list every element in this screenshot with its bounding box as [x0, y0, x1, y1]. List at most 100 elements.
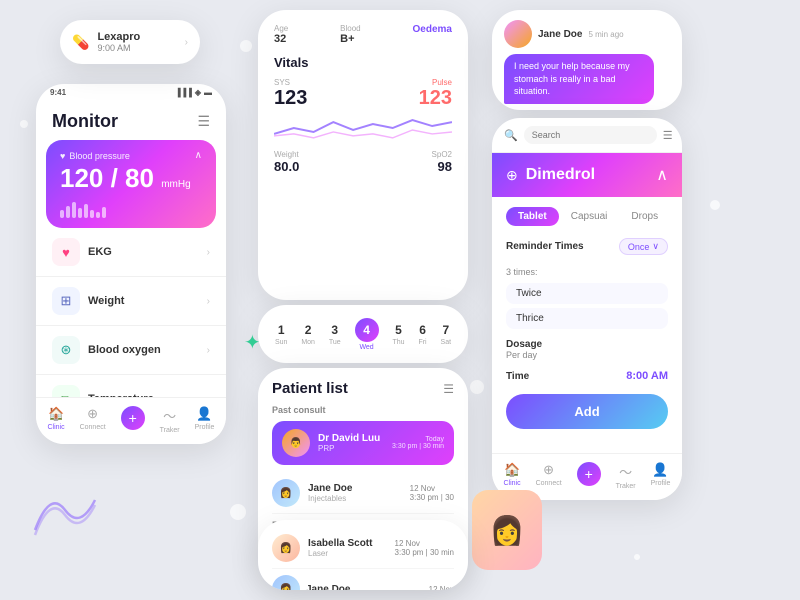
med-nav-traker[interactable]: 〜 Traker [616, 462, 636, 490]
patient-row-jane2[interactable]: 👩 Jane Doe 12 Nov [272, 569, 454, 590]
patient-menu-icon[interactable]: ☰ [443, 382, 454, 396]
nav-profile-label: Profile [195, 424, 215, 431]
jane2-date: 12 Nov [429, 585, 454, 591]
status-time: 9:41 [50, 88, 66, 97]
cal-num-3: 3 [331, 323, 338, 337]
cal-day-2[interactable]: 2 Mon [301, 323, 315, 346]
weight-label: Weight [274, 150, 299, 159]
cal-day-3[interactable]: 3 Tue [329, 323, 341, 346]
tab-tablet[interactable]: Tablet [506, 207, 559, 226]
nav-traker[interactable]: 〜 Traker [160, 406, 180, 434]
status-icons: ▐▐▐ ◈ ▬ [175, 88, 212, 97]
bottom-nav: 🏠 Clinic ⊕ Connect + 〜 Traker 👤 Profile [36, 397, 226, 444]
dr-david-avatar: 👨 [282, 429, 310, 457]
nav-clinic[interactable]: 🏠 Clinic [47, 406, 64, 434]
weight-value: 80.0 [274, 159, 299, 174]
vitals-sys-row: SYS 123 Pulse 123 [274, 78, 452, 110]
med-nav-plus[interactable]: + [577, 462, 601, 490]
dosage-label: Dosage [506, 339, 668, 350]
med-nav-profile-label: Profile [651, 480, 671, 487]
jane2-avatar: 👩 [272, 575, 300, 590]
cal-day-6[interactable]: 6 Fri [418, 323, 426, 346]
chat-bubble: I need your help because my stomach is r… [504, 54, 654, 104]
signal-icon: ▐▐▐ [175, 88, 192, 97]
weight-spo2-row: Weight 80.0 SpO2 98 [274, 150, 452, 174]
plus-icon: + [121, 406, 145, 430]
time-option-twice[interactable]: Twice [506, 283, 668, 304]
bp-value: 120 / 80 mmHg [60, 163, 202, 194]
spo2-value: 98 [432, 159, 452, 174]
status-bar: 9:41 ▐▐▐ ◈ ▬ [36, 84, 226, 97]
dropdown-icon: ∨ [652, 241, 659, 252]
medicine-header-chevron[interactable]: ∧ [656, 165, 668, 185]
tab-drops[interactable]: Drops [619, 207, 670, 226]
monitor-card: 9:41 ▐▐▐ ◈ ▬ Monitor ☰ ♥ Blood pressure … [36, 84, 226, 444]
pill-chevron-icon[interactable]: › [185, 37, 188, 48]
med-nav-clinic[interactable]: 🏠 Clinic [503, 462, 520, 490]
cal-name-3: Tue [329, 339, 341, 346]
monitor-item-weight[interactable]: ⊞ Weight › [36, 277, 226, 326]
isabella-avatar: 👩 [272, 534, 300, 562]
bp-bar [96, 212, 100, 218]
cal-name-2: Mon [301, 339, 315, 346]
med-plus-icon: + [577, 462, 601, 486]
isabella-info: Isabella Scott Laser [308, 538, 387, 558]
med-clinic-icon: 🏠 [504, 462, 520, 478]
med-nav-connect[interactable]: ⊕ Connect [536, 462, 562, 490]
ekg-chevron-icon: › [207, 247, 210, 258]
cal-name-4: Wed [359, 344, 373, 351]
jane-name: Jane Doe [308, 483, 402, 494]
nav-profile[interactable]: 👤 Profile [195, 406, 215, 434]
add-button[interactable]: Add [506, 394, 668, 429]
pulse-value: 123 [419, 87, 452, 110]
highlighted-patient[interactable]: 👨 Dr David Luu PRP Today 3:30 pm | 30 mi… [272, 421, 454, 465]
patient-header: Patient list ☰ [272, 380, 454, 397]
monitor-item-ekg[interactable]: ♥ EKG › [36, 228, 226, 277]
ekg-label: EKG [88, 246, 112, 258]
cal-name-1: Sun [275, 339, 287, 346]
monitor-title: Monitor [52, 111, 118, 132]
clinic-icon: 🏠 [48, 406, 64, 422]
chat-time: 5 min ago [588, 30, 623, 39]
time-row: Time 8:00 AM [492, 366, 682, 390]
cal-day-7[interactable]: 7 Sat [441, 323, 452, 346]
med-nav-traker-label: Traker [616, 483, 636, 490]
weight-label: Weight [88, 295, 124, 307]
reminder-times-row: Reminder Times Once ∨ [492, 232, 682, 261]
pill-reminder-card: 💊 Lexapro 9:00 AM › [60, 20, 200, 64]
ekg-icon: ♥ [52, 238, 80, 266]
time-option-thrice[interactable]: Thrice [506, 308, 668, 329]
times-list: Twice Thrice [492, 283, 682, 329]
traker-icon: 〜 [163, 406, 176, 425]
search-input[interactable] [524, 126, 657, 144]
connect-icon: ⊕ [87, 406, 98, 422]
bp-chevron-icon[interactable]: ∧ [195, 150, 202, 161]
patient-row-jane[interactable]: 👩 Jane Doe Injectables 12 Nov 3:30 pm | … [272, 473, 454, 514]
chat-user-name: Jane Doe [538, 29, 582, 40]
cal-day-5[interactable]: 5 Thu [392, 323, 404, 346]
search-icon: 🔍 [504, 129, 518, 142]
isabella-card: 👩 Isabella Scott Laser 12 Nov 3:30 pm | … [258, 520, 468, 590]
patient-row-isabella[interactable]: 👩 Isabella Scott Laser 12 Nov 3:30 pm | … [272, 528, 454, 569]
cal-day-1[interactable]: 1 Sun [275, 323, 287, 346]
nav-connect[interactable]: ⊕ Connect [80, 406, 106, 434]
nav-plus[interactable]: + [121, 406, 145, 434]
time-label: Time [506, 371, 529, 382]
monitor-item-blood-oxygen[interactable]: ⊛ Blood oxygen › [36, 326, 226, 375]
menu-icon[interactable]: ☰ [663, 129, 673, 142]
cal-num-7: 7 [442, 323, 449, 337]
hamburger-icon[interactable]: ☰ [197, 113, 210, 130]
reminder-badge[interactable]: Once ∨ [619, 238, 668, 255]
med-nav-profile[interactable]: 👤 Profile [651, 462, 671, 490]
blood-oxygen-icon: ⊛ [52, 336, 80, 364]
spo2-label: SpO2 [432, 150, 452, 159]
blood-value: B+ [340, 33, 360, 45]
med-profile-icon: 👤 [652, 462, 668, 478]
med-nav-clinic-label: Clinic [503, 480, 520, 487]
bp-label: ♥ Blood pressure ∧ [60, 150, 202, 161]
cal-num-5: 5 [395, 323, 402, 337]
cal-name-6: Fri [418, 339, 426, 346]
cal-day-4[interactable]: 4 Wed [355, 318, 379, 351]
dr-david-time: 3:30 pm | 30 min [392, 443, 444, 450]
tab-capsuai[interactable]: Capsuai [559, 207, 620, 226]
